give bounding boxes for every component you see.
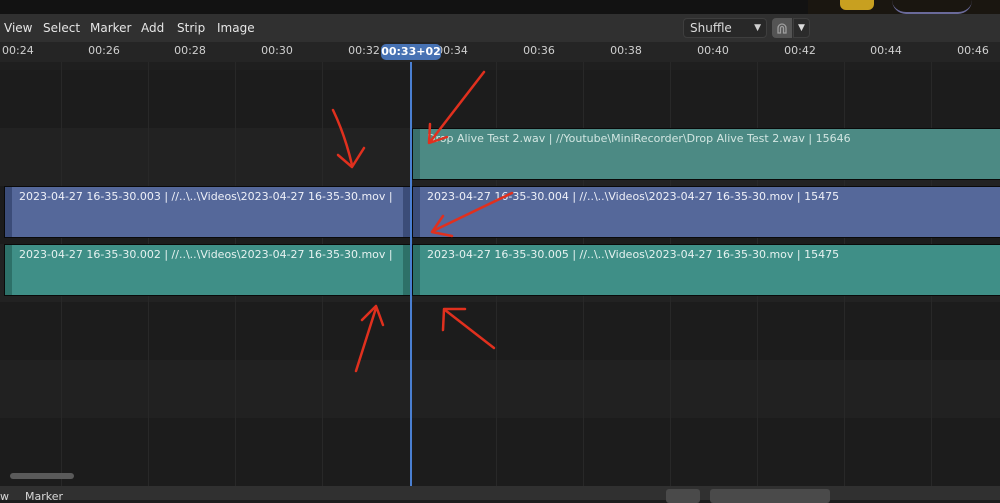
overlap-mode-value: Shuffle — [690, 21, 732, 35]
ruler-tick: 00:32 — [348, 44, 380, 57]
ruler-tick: 00:26 — [88, 44, 120, 57]
ruler-tick: 00:28 — [174, 44, 206, 57]
ruler-tick: 00:36 — [523, 44, 555, 57]
menu-strip[interactable]: Strip — [177, 14, 205, 42]
timeline-footer: w Marker — [0, 486, 1000, 503]
ruler-tick: 00:46 — [957, 44, 989, 57]
sequencer-header: View Select Marker Add Strip Image Shuff… — [0, 14, 1000, 42]
ruler-tick: 00:40 — [697, 44, 729, 57]
menu-view[interactable]: View — [4, 14, 32, 42]
strip-label: 2023-04-27 16-35-30.002 | //..\..\Videos… — [19, 248, 393, 261]
strip-handle-left[interactable] — [413, 129, 420, 179]
strip-handle-left[interactable] — [5, 245, 12, 295]
ruler-tick: 00:38 — [610, 44, 642, 57]
menu-marker[interactable]: Marker — [90, 14, 131, 42]
movie-strip-left[interactable]: 2023-04-27 16-35-30.003 | //..\..\Videos… — [4, 186, 411, 238]
footer-menu-view[interactable]: w — [0, 490, 9, 503]
strip-handle-right[interactable] — [403, 187, 410, 237]
menu-image[interactable]: Image — [217, 14, 255, 42]
search-toggle[interactable] — [666, 489, 700, 503]
ruler-tick: 00:44 — [870, 44, 902, 57]
strip-handle-left[interactable] — [5, 187, 12, 237]
footer-menu-marker[interactable]: Marker — [25, 490, 63, 503]
strip-handle-right[interactable] — [403, 245, 410, 295]
menu-select[interactable]: Select — [43, 14, 80, 42]
ruler-tick: 00:24 — [2, 44, 34, 57]
sound-strip[interactable]: Drop Alive Test 2.wav | //Youtube\MiniRe… — [412, 128, 1000, 180]
horizontal-scrollbar[interactable] — [10, 473, 74, 479]
sequencer-timeline[interactable]: Drop Alive Test 2.wav | //Youtube\MiniRe… — [0, 62, 1000, 486]
strip-label: Drop Alive Test 2.wav | //Youtube\MiniRe… — [427, 132, 851, 145]
clip-strip-left[interactable]: 2023-04-27 16-35-30.002 | //..\..\Videos… — [4, 244, 411, 296]
menu-add[interactable]: Add — [141, 14, 164, 42]
magnet-snap-icon[interactable] — [772, 18, 792, 38]
overlap-mode-select[interactable]: Shuffle ▼ — [683, 18, 767, 38]
preview-thumbnail — [808, 0, 1000, 14]
playhead-line[interactable] — [410, 62, 412, 486]
playback-controls[interactable] — [710, 489, 830, 503]
channel-band — [0, 62, 1000, 70]
chevron-down-icon: ▼ — [798, 23, 805, 33]
snap-dropdown[interactable]: ▼ — [793, 18, 810, 38]
ruler-tick: 00:42 — [784, 44, 816, 57]
channel-band — [0, 360, 1000, 418]
chevron-down-icon: ▼ — [754, 23, 761, 33]
strip-label: 2023-04-27 16-35-30.004 | //..\..\Videos… — [427, 190, 840, 203]
preview-strip — [0, 0, 1000, 14]
clip-strip-right[interactable]: 2023-04-27 16-35-30.005 | //..\..\Videos… — [412, 244, 1000, 296]
time-ruler[interactable]: 00:24 00:26 00:28 00:30 00:32 00:34 00:3… — [0, 42, 1000, 62]
strip-handle-left[interactable] — [413, 245, 420, 295]
strip-handle-left[interactable] — [413, 187, 420, 237]
movie-strip-right[interactable]: 2023-04-27 16-35-30.004 | //..\..\Videos… — [412, 186, 1000, 238]
strip-label: 2023-04-27 16-35-30.003 | //..\..\Videos… — [19, 190, 393, 203]
strip-label: 2023-04-27 16-35-30.005 | //..\..\Videos… — [427, 248, 840, 261]
ruler-tick: 00:30 — [261, 44, 293, 57]
current-frame-indicator[interactable]: 00:33+02 — [381, 44, 441, 60]
